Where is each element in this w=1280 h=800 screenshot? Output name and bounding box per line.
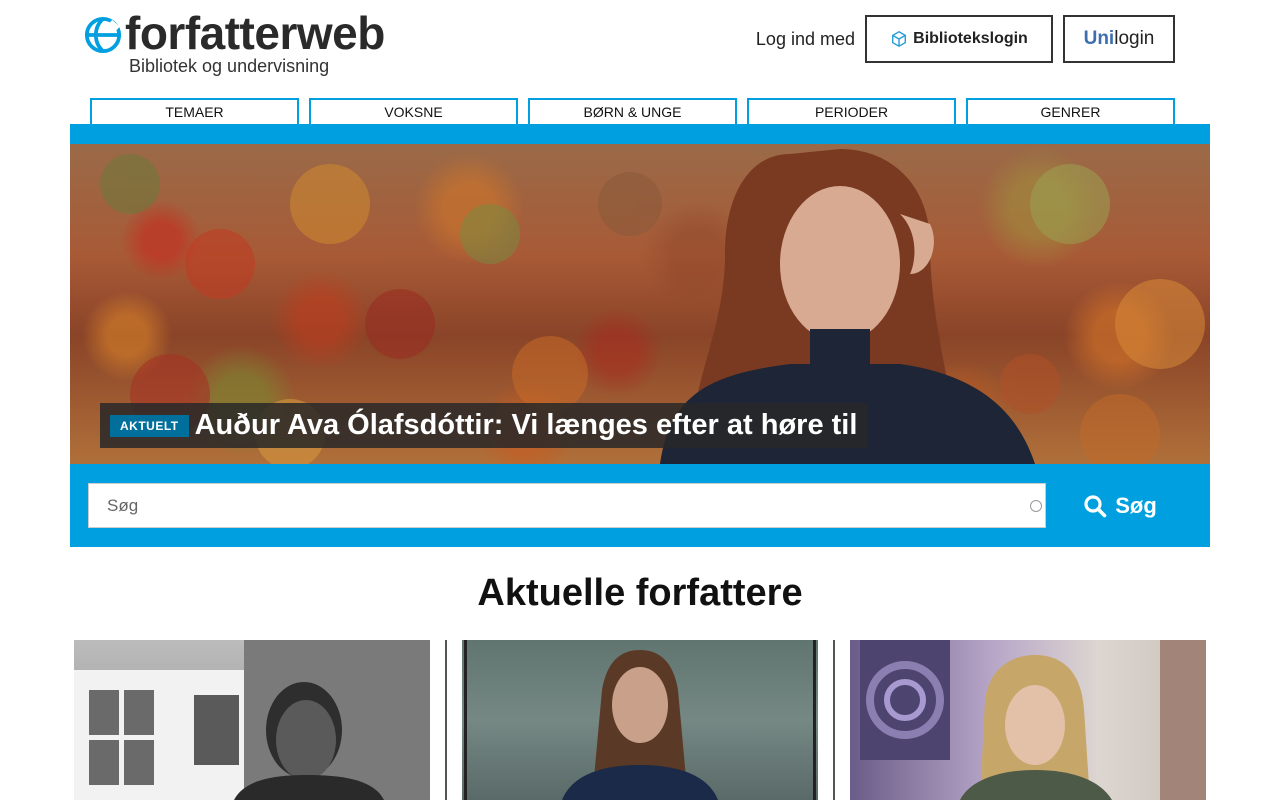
section-title: Aktuelle forfattere	[477, 572, 803, 614]
author-grid	[74, 640, 1206, 800]
author-card[interactable]	[850, 640, 1206, 800]
library-login-label: Bibliotekslogin	[913, 30, 1028, 47]
main-nav: TEMAER VOKSNE BØRN & UNGE PERIODER GENRE…	[90, 98, 1175, 125]
card-divider	[833, 640, 835, 800]
brand-logo[interactable]: forfatterweb	[84, 8, 385, 58]
card-divider	[445, 640, 447, 800]
tab-genrer[interactable]: GENRER	[966, 98, 1175, 125]
search-field[interactable]	[88, 483, 1046, 528]
unilogin-prefix: Uni	[1083, 28, 1115, 49]
cube-icon	[892, 30, 907, 48]
login-prompt: Log ind med	[755, 28, 855, 49]
hero-banner[interactable]: AKTUELT Auður Ava Ólafsdóttir: Vi længes…	[70, 144, 1210, 464]
login-area: Log ind med Bibliotekslogin Uni login	[756, 15, 1175, 63]
globe-logo-icon	[84, 16, 122, 54]
search-button-label: Søg	[1115, 492, 1157, 518]
library-login-button[interactable]: Bibliotekslogin	[865, 15, 1053, 63]
tab-temaer[interactable]: TEMAER	[90, 98, 299, 125]
unilogin-button[interactable]: Uni login	[1063, 15, 1175, 63]
author-photo	[74, 640, 430, 800]
author-card[interactable]	[462, 640, 818, 800]
input-spinner-icon	[1030, 500, 1042, 512]
search-icon	[1084, 494, 1107, 517]
tab-voksne[interactable]: VOKSNE	[309, 98, 518, 125]
author-card[interactable]	[74, 640, 430, 800]
search-button[interactable]: Søg	[1060, 483, 1180, 528]
hero-caption[interactable]: AKTUELT Auður Ava Ólafsdóttir: Vi længes…	[100, 403, 868, 448]
hero-title[interactable]: Auður Ava Ólafsdóttir: Vi længes efter a…	[195, 409, 858, 442]
tab-perioder[interactable]: PERIODER	[747, 98, 956, 125]
site-name: forfatterweb	[125, 7, 385, 59]
tab-born-unge[interactable]: BØRN & UNGE	[528, 98, 737, 125]
site-tagline: Bibliotek og undervisning	[129, 56, 330, 76]
author-photo	[462, 640, 818, 800]
hero-badge: AKTUELT	[110, 414, 189, 437]
search-input[interactable]	[89, 484, 1045, 527]
unilogin-suffix: login	[1114, 28, 1155, 49]
site-header: forfatterweb Bibliotek og undervisning L…	[0, 0, 1280, 96]
author-photo	[860, 640, 1206, 800]
